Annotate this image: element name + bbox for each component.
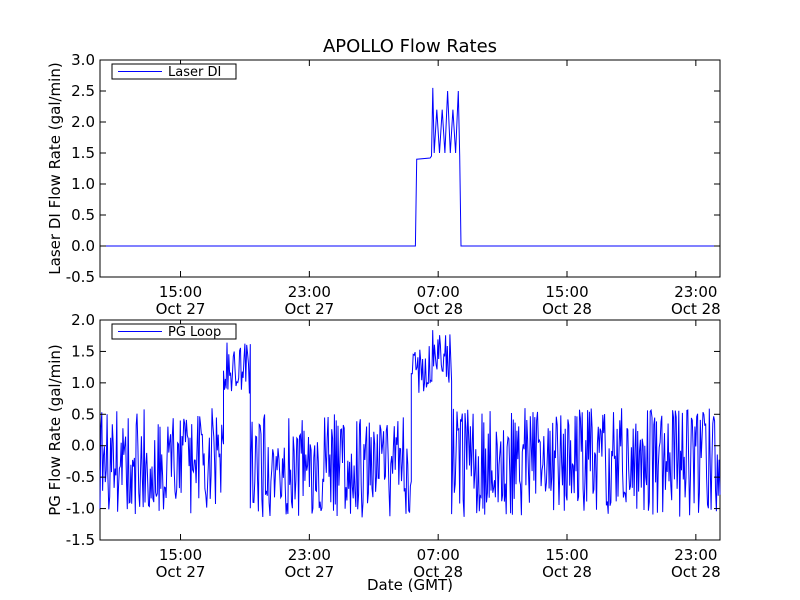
y-tick-label: 0.5 xyxy=(71,206,95,224)
x-tick-date-label: Oct 28 xyxy=(671,563,721,581)
x-tick-date-label: Oct 27 xyxy=(284,563,334,581)
legend: PG Loop xyxy=(111,323,237,340)
y-axis-label: Laser DI Flow Rate (gal/min) xyxy=(46,62,64,274)
x-tick-time-label: 07:00 xyxy=(417,283,460,301)
y-tick-label: 2.0 xyxy=(71,311,95,329)
x-tick-date-label: Oct 27 xyxy=(156,300,206,318)
x-tick-time-label: 15:00 xyxy=(159,546,202,564)
x-tick-time-label: 15:00 xyxy=(159,283,202,301)
y-tick-label: 1.0 xyxy=(71,374,95,392)
x-tick-time-label: 23:00 xyxy=(674,283,717,301)
x-tick-time-label: 23:00 xyxy=(674,546,717,564)
x-tick-date-label: Oct 27 xyxy=(284,300,334,318)
y-axis-label: PG Flow Rate (gal/min) xyxy=(46,344,64,516)
y-tick-label: -1.0 xyxy=(66,500,95,518)
y-tick-label: 1.5 xyxy=(71,342,95,360)
y-tick-label: 1.5 xyxy=(71,144,95,162)
y-tick-label: 0.5 xyxy=(71,405,95,423)
y-tick-label: -1.5 xyxy=(66,531,95,549)
x-tick-time-label: 15:00 xyxy=(545,283,588,301)
x-tick-date-label: Oct 27 xyxy=(156,563,206,581)
y-tick-label: 0.0 xyxy=(71,437,95,455)
legend-label: PG Loop xyxy=(168,325,221,340)
y-tick-label: 2.5 xyxy=(71,82,95,100)
x-tick-date-label: Oct 28 xyxy=(671,300,721,318)
y-tick-label: 1.0 xyxy=(71,175,95,193)
x-tick-time-label: 15:00 xyxy=(545,546,588,564)
y-tick-label: 0.0 xyxy=(71,237,95,255)
chart-title: APOLLO Flow Rates xyxy=(323,36,497,57)
legend-label: Laser DI xyxy=(168,65,221,80)
y-tick-label: -0.5 xyxy=(66,268,95,286)
y-tick-label: -0.5 xyxy=(66,468,95,486)
chart-figure: APOLLO Flow Rates -0.5 0.0 0.5 1.0 1.5 2.0 2.5… xyxy=(0,0,800,600)
legend: Laser DI xyxy=(111,63,237,80)
x-tick-time-label: 23:00 xyxy=(288,546,331,564)
x-tick-date-label: Oct 28 xyxy=(542,300,592,318)
x-tick-date-label: Oct 28 xyxy=(413,300,463,318)
y-tick-label: 2.0 xyxy=(71,113,95,131)
x-tick-time-label: 23:00 xyxy=(288,283,331,301)
x-axis-label: Date (GMT) xyxy=(367,576,453,594)
x-tick-date-label: Oct 28 xyxy=(542,563,592,581)
y-tick-label: 3.0 xyxy=(71,51,95,69)
x-tick-time-label: 07:00 xyxy=(417,546,460,564)
